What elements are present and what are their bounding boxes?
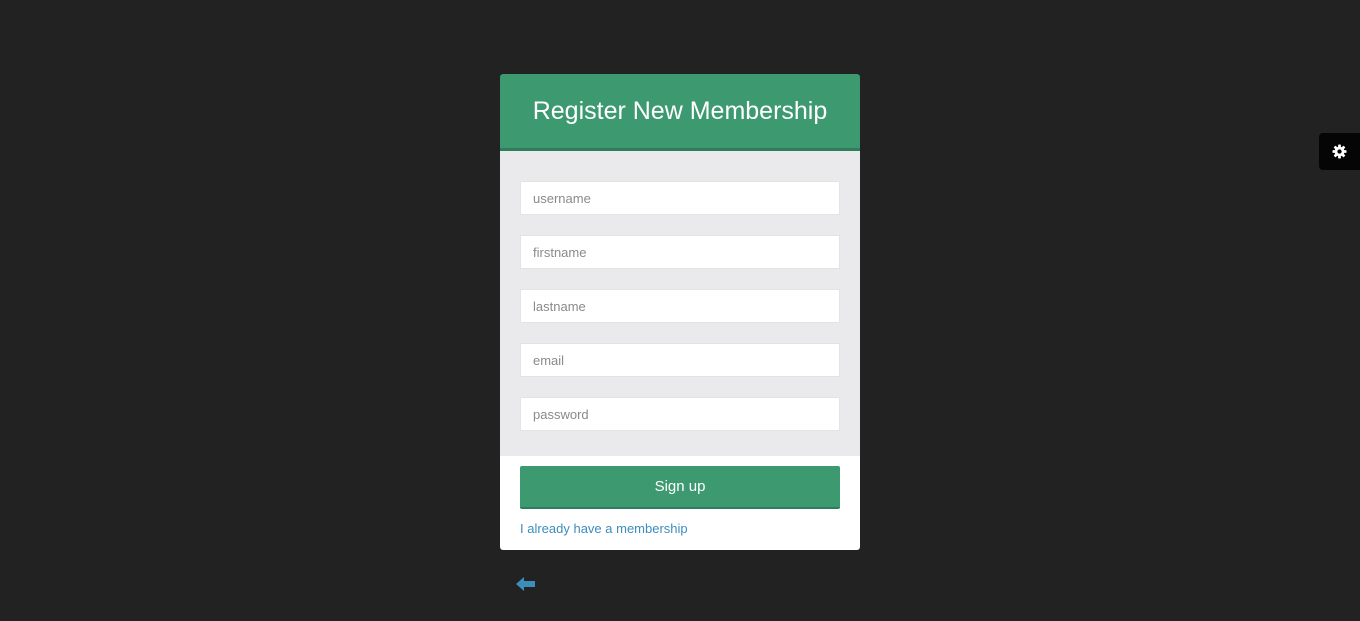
email-field[interactable] — [520, 343, 840, 377]
register-form-body — [500, 151, 860, 456]
settings-toggle[interactable] — [1319, 133, 1360, 170]
back-button[interactable] — [511, 570, 541, 598]
lastname-field[interactable] — [520, 289, 840, 323]
page-title: Register New Membership — [532, 96, 828, 125]
register-box: Register New Membership Sign up I alread… — [500, 74, 860, 550]
register-footer: Sign up I already have a membership — [500, 456, 860, 550]
username-field[interactable] — [520, 181, 840, 215]
password-field[interactable] — [520, 397, 840, 431]
signup-button[interactable]: Sign up — [520, 466, 840, 509]
login-link[interactable]: I already have a membership — [520, 521, 688, 536]
firstname-field[interactable] — [520, 235, 840, 269]
gear-icon — [1332, 144, 1347, 159]
register-header: Register New Membership — [500, 74, 860, 151]
arrow-left-icon — [516, 577, 535, 591]
register-page: Register New Membership Sign up I alread… — [0, 0, 1360, 621]
